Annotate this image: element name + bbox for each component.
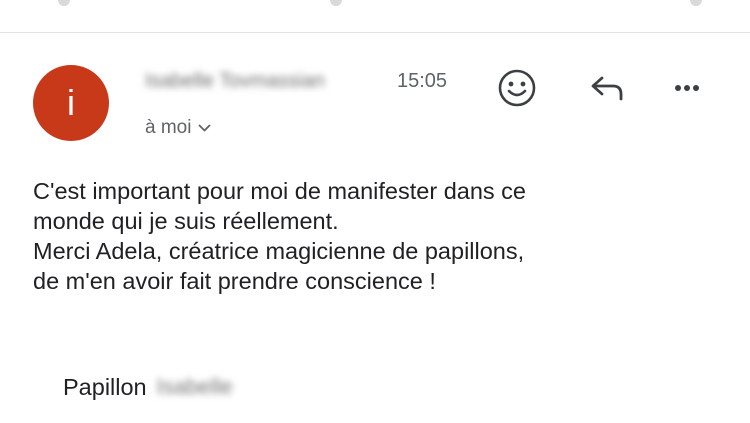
previous-message-edge	[0, 0, 750, 32]
smiley-face-icon	[497, 68, 537, 113]
edge-dot	[690, 0, 702, 6]
body-line: monde qui je suis réellement.	[33, 208, 339, 234]
body-line: Merci Adela, créatrice magicienne de pap…	[33, 238, 525, 264]
sender-name[interactable]: Isabelle Tovmassian	[145, 68, 325, 94]
more-horizontal-icon	[667, 68, 707, 113]
message-body: C'est important pour moi de manifester d…	[33, 176, 723, 296]
message-signature: Papillon Isabelle	[63, 372, 232, 402]
signature-word: Papillon	[63, 374, 147, 400]
reply-button[interactable]	[587, 70, 627, 110]
reply-arrow-icon	[587, 68, 627, 113]
add-reaction-button[interactable]	[497, 68, 537, 113]
body-line: C'est important pour moi de manifester d…	[33, 178, 526, 204]
edge-dot	[58, 0, 70, 6]
more-options-button[interactable]	[667, 70, 707, 110]
sender-avatar[interactable]: i	[33, 65, 109, 141]
chevron-down-icon	[198, 124, 211, 133]
recipient-label: à moi	[145, 117, 192, 138]
recipient-details-toggle[interactable]: à moi	[145, 117, 211, 139]
body-line: de m'en avoir fait prendre conscience !	[33, 268, 436, 294]
message-divider	[0, 32, 750, 33]
sender-name-text: Isabelle Tovmassian	[145, 69, 325, 92]
signature-name: Isabelle	[156, 374, 233, 399]
message-time: 15:05	[397, 70, 448, 92]
edge-dot	[330, 0, 342, 6]
avatar-letter: i	[67, 82, 75, 123]
